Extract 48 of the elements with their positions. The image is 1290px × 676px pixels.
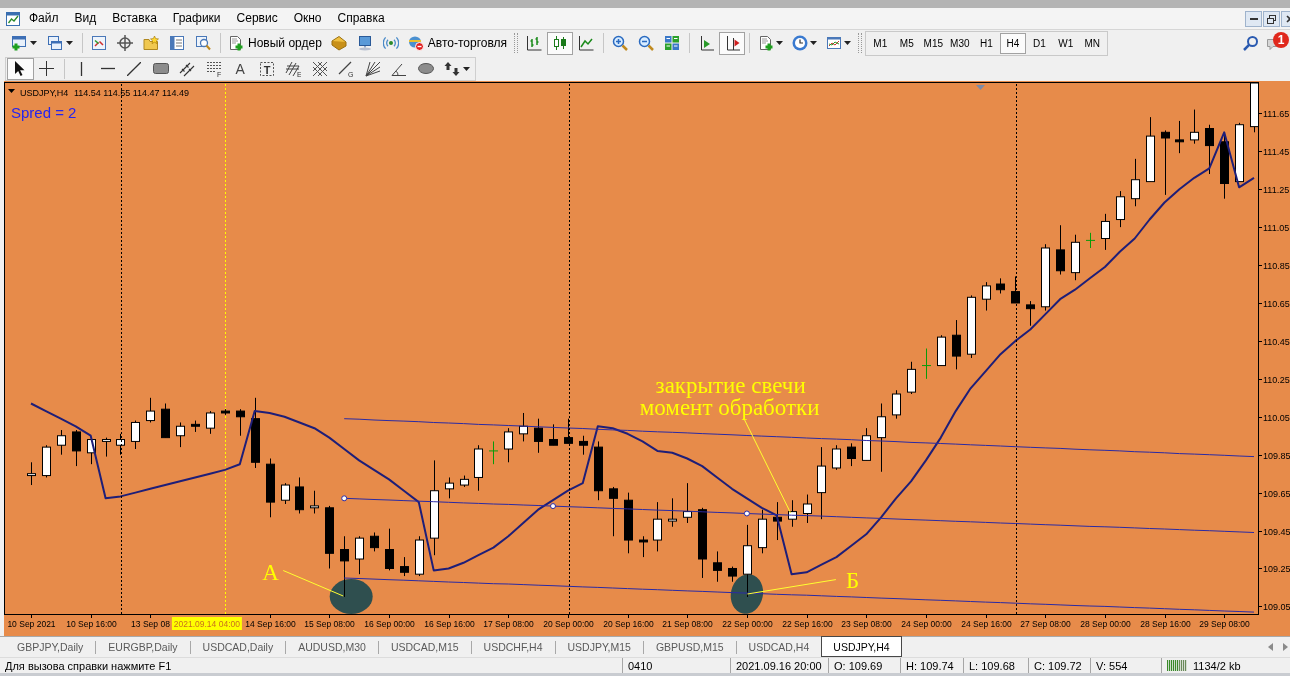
status-text: 2021.09.16 20:00 [736,659,822,672]
time-label: 20 Sep 00:00 [543,619,594,629]
price-label: 110.45 [1263,336,1290,347]
time-label: 15 Sep 08:00 [304,619,355,629]
price-label: 111.25 [1263,184,1290,195]
time-label: 20 Sep 16:00 [603,619,654,629]
price-label: 110.65 [1263,298,1290,309]
time-label: 17 Sep 08:00 [483,619,534,629]
status-text: V: 554 [1096,659,1128,672]
status-text: C: 109.72 [1034,659,1082,672]
price-label: 109.45 [1263,526,1290,537]
time-label: 28 Sep 00:00 [1080,619,1131,629]
time-label: 29 Sep 08:00 [1199,619,1250,629]
price-label: 109.65 [1263,488,1290,499]
price-label: 109.05 [1263,601,1290,612]
price-label: 111.05 [1263,222,1290,233]
price-label: 111.65 [1263,108,1290,119]
status-text: Для вызова справки нажмите F1 [5,659,172,672]
price-label: 110.25 [1263,374,1290,385]
time-label: 10 Sep 16:00 [66,619,117,629]
time-label: 16 Sep 00:00 [364,619,415,629]
time-label: 24 Sep 16:00 [961,619,1012,629]
time-label: 14 Sep 16:00 [245,619,296,629]
time-label: 22 Sep 16:00 [782,619,833,629]
price-label: 109.85 [1263,450,1290,461]
price-label: 110.05 [1263,412,1290,423]
time-label: 24 Sep 00:00 [901,619,952,629]
time-label: 22 Sep 00:00 [722,619,773,629]
status-text: L: 109.68 [969,659,1015,672]
chart-symbol: USDJPY,H4 [20,88,69,98]
status-text: 1134/2 kb [1193,659,1241,672]
spread-text: Spred = 2 [11,104,77,121]
time-label: 27 Sep 08:00 [1020,619,1071,629]
time-label: 23 Sep 08:00 [841,619,892,629]
chart-quote: 114.54 114.55 114.47 114.49 [74,88,189,98]
time-label: 10 Sep 2021 [7,619,56,629]
price-label: 109.25 [1263,563,1290,574]
time-label: 16 Sep 16:00 [424,619,475,629]
time-label: 28 Sep 16:00 [1140,619,1191,629]
time-label: 13 Sep 08 [131,619,170,629]
status-text: 0410 [628,659,653,672]
notification-count: 1 [1273,31,1289,48]
time-label: 21 Sep 08:00 [662,619,713,629]
cursor-time-label: 2021.09.14 04:00 [171,617,242,630]
price-label: 111.45 [1263,146,1290,157]
price-label: 110.85 [1263,260,1290,271]
status-text: O: 109.69 [834,659,883,672]
status-text: H: 109.74 [906,659,954,672]
